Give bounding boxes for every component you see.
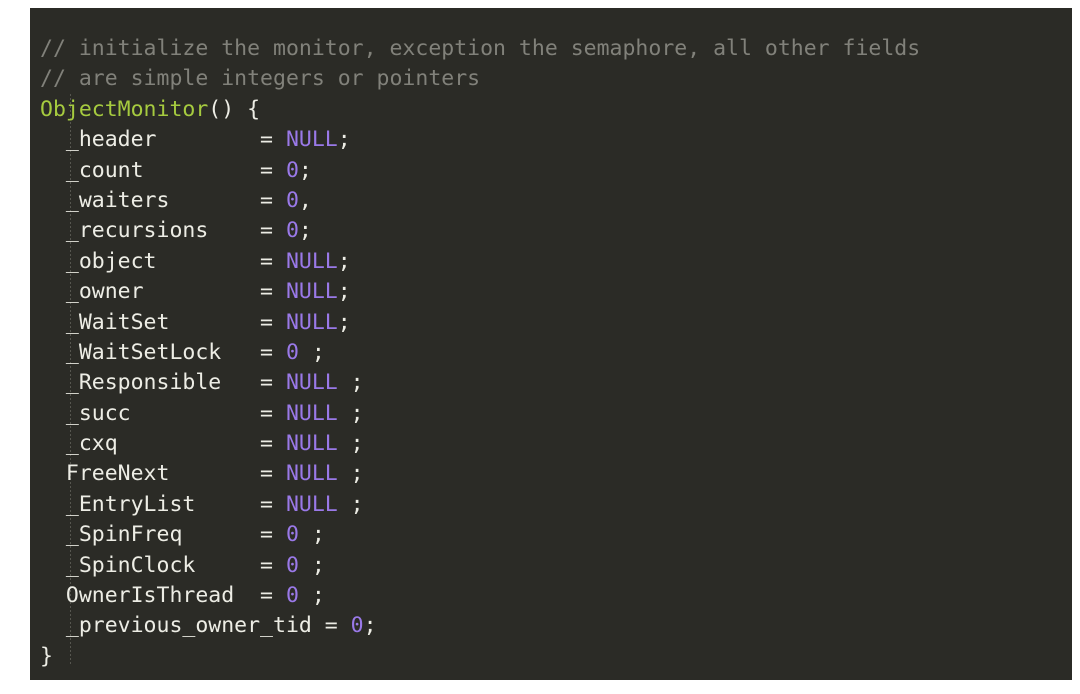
code-line: _SpinClock = 0 ; bbox=[40, 551, 1072, 581]
code-line: _Responsible = NULL ; bbox=[40, 368, 1072, 398]
code-token-plain: _owner = bbox=[40, 279, 286, 305]
code-line: // are simple integers or pointers bbox=[40, 64, 1072, 94]
code-token-constant: NULL bbox=[285, 309, 338, 335]
code-token-punctuation: ; bbox=[337, 248, 351, 274]
code-token-constant: 0 bbox=[285, 218, 299, 244]
code-token-constant: 0 bbox=[350, 613, 364, 639]
code-token-punctuation: ; bbox=[298, 552, 325, 578]
code-token-punctuation: ; bbox=[337, 461, 364, 487]
code-token-plain: _succ = bbox=[40, 400, 286, 426]
code-token-constant: NULL bbox=[285, 400, 338, 426]
code-line: FreeNext = NULL ; bbox=[40, 459, 1072, 489]
code-token-punctuation: ; bbox=[337, 279, 351, 305]
code-line: _owner = NULL; bbox=[40, 277, 1072, 307]
code-line: _cxq = NULL ; bbox=[40, 429, 1072, 459]
code-token-plain: _SpinClock = bbox=[40, 552, 286, 578]
code-token-constant: NULL bbox=[285, 461, 338, 487]
code-token-constant: 0 bbox=[285, 187, 299, 213]
code-line: ObjectMonitor() { bbox=[40, 95, 1072, 125]
code-token-plain: _count = bbox=[40, 157, 286, 183]
code-token-punctuation: ; bbox=[298, 339, 325, 365]
code-line: _count = 0; bbox=[40, 156, 1072, 186]
code-token-plain: _waiters = bbox=[40, 187, 286, 213]
code-token-constant: 0 bbox=[285, 339, 299, 365]
code-line: _SpinFreq = 0 ; bbox=[40, 520, 1072, 550]
code-token-punctuation: ; bbox=[298, 218, 312, 244]
code-line: _object = NULL; bbox=[40, 247, 1072, 277]
code-token-plain: _recursions = bbox=[40, 218, 286, 244]
code-token-constant: 0 bbox=[285, 552, 299, 578]
code-token-punctuation: ; bbox=[337, 309, 351, 335]
code-line: _WaitSet = NULL; bbox=[40, 308, 1072, 338]
code-token-plain: _cxq = bbox=[40, 431, 286, 457]
code-token-function-name: ObjectMonitor bbox=[40, 96, 209, 122]
code-token-plain: _WaitSet = bbox=[40, 309, 286, 335]
code-line: _previous_owner_tid = 0; bbox=[40, 611, 1072, 641]
code-token-plain: _EntryList = bbox=[40, 491, 286, 517]
code-token-punctuation: , bbox=[298, 187, 312, 213]
code-token-punctuation: ; bbox=[298, 157, 312, 183]
code-token-plain: _Responsible = bbox=[40, 370, 286, 396]
code-token-punctuation: } bbox=[40, 643, 53, 669]
code-line: _WaitSetLock = 0 ; bbox=[40, 338, 1072, 368]
code-token-plain: _SpinFreq = bbox=[40, 522, 286, 548]
code-token-constant: NULL bbox=[285, 127, 338, 153]
code-token-punctuation: ; bbox=[298, 583, 325, 609]
code-token-plain: FreeNext = bbox=[40, 461, 286, 487]
code-token-constant: 0 bbox=[285, 157, 299, 183]
code-token-punctuation: () { bbox=[208, 96, 261, 122]
code-token-constant: NULL bbox=[285, 431, 338, 457]
code-lines-container: // initialize the monitor, exception the… bbox=[40, 34, 1072, 672]
code-line: _waiters = 0, bbox=[40, 186, 1072, 216]
code-token-constant: 0 bbox=[285, 583, 299, 609]
code-token-constant: NULL bbox=[285, 370, 338, 396]
code-line: _succ = NULL ; bbox=[40, 399, 1072, 429]
code-line: OwnerIsThread = 0 ; bbox=[40, 581, 1072, 611]
code-token-plain: OwnerIsThread = bbox=[40, 583, 286, 609]
code-token-punctuation: ; bbox=[298, 522, 325, 548]
code-block: // initialize the monitor, exception the… bbox=[30, 8, 1072, 680]
code-token-plain: _previous_owner_tid = bbox=[40, 613, 351, 639]
code-token-plain: _header = bbox=[40, 127, 286, 153]
code-line: // initialize the monitor, exception the… bbox=[40, 34, 1072, 64]
code-token-punctuation: ; bbox=[337, 431, 364, 457]
code-token-punctuation: ; bbox=[337, 370, 364, 396]
code-token-comment: // are simple integers or pointers bbox=[40, 66, 481, 92]
code-line: _EntryList = NULL ; bbox=[40, 490, 1072, 520]
code-line: } bbox=[40, 642, 1072, 672]
code-token-punctuation: ; bbox=[337, 400, 364, 426]
code-token-constant: NULL bbox=[285, 279, 338, 305]
code-token-punctuation: ; bbox=[363, 613, 377, 639]
code-token-constant: NULL bbox=[285, 491, 338, 517]
code-token-plain: _WaitSetLock = bbox=[40, 339, 286, 365]
code-token-punctuation: ; bbox=[337, 127, 351, 153]
code-line: _header = NULL; bbox=[40, 125, 1072, 155]
code-token-plain: _object = bbox=[40, 248, 286, 274]
code-token-constant: 0 bbox=[285, 522, 299, 548]
code-line: _recursions = 0; bbox=[40, 216, 1072, 246]
code-token-constant: NULL bbox=[285, 248, 338, 274]
code-token-comment: // initialize the monitor, exception the… bbox=[40, 36, 921, 61]
code-token-punctuation: ; bbox=[337, 491, 364, 517]
